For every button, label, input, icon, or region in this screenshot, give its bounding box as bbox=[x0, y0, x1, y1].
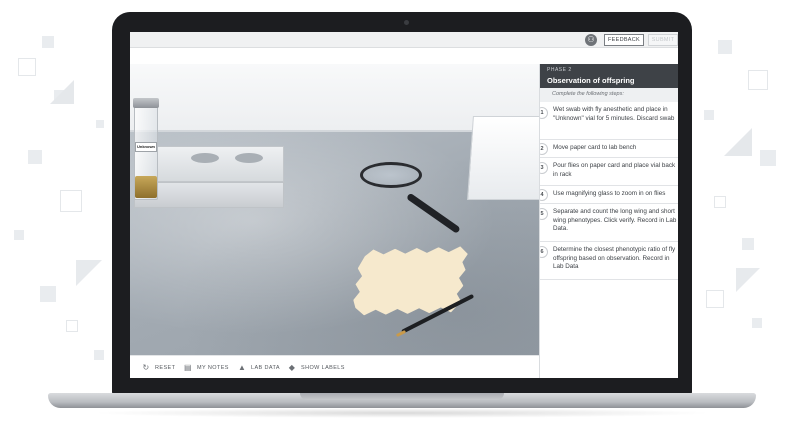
decor-square bbox=[14, 230, 24, 240]
step-number: 3 bbox=[540, 162, 548, 174]
decor-square bbox=[40, 286, 56, 302]
panel-title: Observation of offspring bbox=[547, 76, 635, 85]
step-number: 4 bbox=[540, 189, 548, 201]
reset-button[interactable]: ↻ RESET bbox=[142, 362, 175, 373]
decor-square bbox=[28, 150, 42, 164]
decor-square bbox=[18, 58, 36, 76]
rack-hole bbox=[191, 153, 219, 163]
decor-triangle bbox=[724, 128, 752, 156]
reset-icon: ↻ bbox=[142, 362, 150, 372]
vial-fly-medium bbox=[135, 176, 157, 198]
step-text: Use magnifying glass to zoom in on flies bbox=[553, 190, 666, 197]
decor-square bbox=[60, 190, 82, 212]
decor-square bbox=[748, 70, 768, 90]
decor-square bbox=[96, 120, 104, 128]
decor-square bbox=[42, 36, 54, 48]
step-item: 5 Separate and count the long wing and s… bbox=[540, 204, 678, 242]
bottom-toolbar: ↻ RESET ▤ MY NOTES ▲ LAB DATA ◆ SHOW LAB… bbox=[130, 355, 539, 378]
decor-triangle bbox=[50, 80, 74, 104]
step-item: 3 Pour flies on paper card and place via… bbox=[540, 158, 678, 186]
my-notes-button[interactable]: ▤ MY NOTES bbox=[184, 362, 229, 373]
step-item: 6 Determine the closest phenotypic ratio… bbox=[540, 242, 678, 280]
laptop-screen: ⚇ FEEDBACK SUBMIT Unknown ↻ RESET ▤ MY N… bbox=[130, 32, 678, 378]
my-notes-label: MY NOTES bbox=[197, 364, 229, 371]
notes-icon: ▤ bbox=[184, 362, 192, 372]
panel-header: PHASE 2 Observation of offspring bbox=[540, 64, 678, 88]
step-text: Separate and count the long wing and sho… bbox=[553, 208, 677, 233]
decor-square bbox=[704, 110, 714, 120]
magnifying-glass[interactable] bbox=[360, 162, 422, 188]
step-item: 2 Move paper card to lab bench bbox=[540, 140, 678, 158]
lab-data-label: LAB DATA bbox=[251, 364, 280, 371]
feedback-button[interactable]: FEEDBACK bbox=[604, 34, 644, 46]
submit-button[interactable]: SUBMIT bbox=[648, 34, 678, 46]
reset-label: RESET bbox=[155, 364, 176, 371]
camera-icon bbox=[404, 20, 409, 25]
laptop-notch bbox=[300, 393, 504, 400]
top-bar: ⚇ FEEDBACK SUBMIT bbox=[130, 32, 678, 48]
step-item: 4 Use magnifying glass to zoom in on fli… bbox=[540, 186, 678, 204]
vial-label: Unknown bbox=[135, 142, 157, 152]
step-text: Determine the closest phenotypic ratio o… bbox=[553, 246, 676, 271]
subheading-text: Complete the following steps: bbox=[552, 91, 624, 97]
step-item: 1 Wet swab with fly anesthetic and place… bbox=[540, 102, 678, 140]
decor-square bbox=[66, 320, 78, 332]
step-number: 1 bbox=[540, 107, 548, 119]
lab-scene[interactable]: Unknown bbox=[130, 64, 539, 355]
flask-icon: ▲ bbox=[238, 362, 247, 372]
step-text: Pour flies on paper card and place vial … bbox=[553, 162, 676, 178]
decor-square bbox=[706, 290, 724, 308]
step-number: 6 bbox=[540, 246, 548, 258]
lab-data-button[interactable]: ▲ LAB DATA bbox=[238, 362, 280, 373]
step-number: 5 bbox=[540, 208, 548, 220]
show-labels-label: SHOW LABELS bbox=[301, 364, 345, 371]
panel-subheading: Complete the following steps: bbox=[540, 88, 678, 102]
decor-square bbox=[752, 318, 762, 328]
tag-icon: ◆ bbox=[288, 362, 296, 372]
page: ⚇ FEEDBACK SUBMIT Unknown ↻ RESET ▤ MY N… bbox=[0, 0, 804, 424]
decor-square bbox=[94, 350, 104, 360]
decor-square bbox=[760, 150, 776, 166]
decor-square bbox=[742, 238, 754, 250]
decor-triangle bbox=[736, 268, 760, 292]
rack-hole bbox=[235, 153, 263, 163]
white-tray bbox=[467, 116, 539, 200]
instructions-panel: PHASE 2 Observation of offspring Complet… bbox=[539, 64, 678, 378]
accessibility-person-icon[interactable]: ⚇ bbox=[585, 34, 597, 46]
vial-cap bbox=[133, 98, 159, 108]
step-text: Move paper card to lab bench bbox=[553, 144, 637, 151]
decor-triangle bbox=[76, 260, 102, 286]
laptop-shadow bbox=[90, 408, 714, 418]
step-text: Wet swab with fly anesthetic and place i… bbox=[553, 106, 675, 122]
step-number: 2 bbox=[540, 143, 548, 155]
phase-label: PHASE 2 bbox=[547, 67, 572, 73]
decor-square bbox=[718, 40, 732, 54]
show-labels-button[interactable]: ◆ SHOW LABELS bbox=[288, 362, 345, 373]
decor-square bbox=[714, 196, 726, 208]
